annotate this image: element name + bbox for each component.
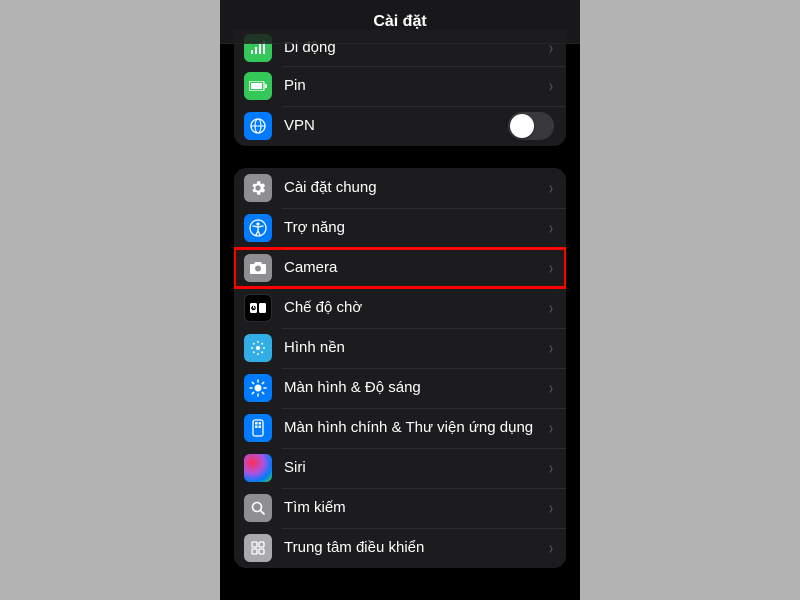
- row-camera[interactable]: Camera ›: [234, 248, 566, 288]
- chevron-right-icon: ›: [549, 458, 553, 479]
- row-control-center[interactable]: Trung tâm điều khiển ›: [234, 528, 566, 568]
- standby-icon: [244, 294, 272, 322]
- settings-scroll[interactable]: Di động › Pin › VPN: [220, 30, 580, 600]
- row-label: Màn hình chính & Thư viện ứng dụng: [284, 419, 548, 437]
- chevron-right-icon: ›: [549, 298, 553, 319]
- gear-icon: [244, 174, 272, 202]
- row-label: Màn hình & Độ sáng: [284, 379, 548, 397]
- phone-screen: Cài đặt Di động › Pin ›: [220, 0, 580, 600]
- battery-icon: [244, 72, 272, 100]
- chevron-right-icon: ›: [549, 258, 553, 279]
- row-label: Camera: [284, 259, 548, 277]
- row-label: VPN: [284, 117, 508, 135]
- chevron-right-icon: ›: [549, 76, 553, 97]
- row-general[interactable]: Cài đặt chung ›: [234, 168, 566, 208]
- row-wallpaper[interactable]: Hình nền ›: [234, 328, 566, 368]
- vpn-icon: [244, 112, 272, 140]
- search-icon: [244, 494, 272, 522]
- row-label: Cài đặt chung: [284, 179, 548, 197]
- chevron-right-icon: ›: [549, 218, 553, 239]
- siri-icon: [244, 454, 272, 482]
- settings-group-connectivity: Di động › Pin › VPN: [234, 30, 566, 146]
- settings-group-general: Cài đặt chung › Trợ năng › Camera ›: [234, 168, 566, 568]
- row-label: Hình nền: [284, 339, 548, 357]
- row-accessibility[interactable]: Trợ năng ›: [234, 208, 566, 248]
- row-label: Trợ năng: [284, 219, 548, 237]
- row-standby[interactable]: Chế độ chờ ›: [234, 288, 566, 328]
- chevron-right-icon: ›: [549, 378, 553, 399]
- wallpaper-icon: [244, 334, 272, 362]
- row-label: Trung tâm điều khiển: [284, 539, 548, 557]
- row-vpn[interactable]: VPN: [234, 106, 566, 146]
- navigation-bar: Cài đặt: [220, 0, 580, 44]
- camera-icon: [244, 254, 272, 282]
- chevron-right-icon: ›: [549, 178, 553, 199]
- row-siri[interactable]: Siri ›: [234, 448, 566, 488]
- row-label: Tìm kiếm: [284, 499, 548, 517]
- chevron-right-icon: ›: [549, 498, 553, 519]
- page-title: Cài đặt: [373, 13, 426, 31]
- display-icon: [244, 374, 272, 402]
- row-label: Chế độ chờ: [284, 299, 548, 317]
- row-search[interactable]: Tìm kiếm ›: [234, 488, 566, 528]
- vpn-toggle[interactable]: [508, 112, 554, 140]
- chevron-right-icon: ›: [549, 418, 553, 439]
- accessibility-icon: [244, 214, 272, 242]
- control-center-icon: [244, 534, 272, 562]
- row-label: Pin: [284, 77, 548, 95]
- chevron-right-icon: ›: [549, 538, 553, 559]
- row-battery[interactable]: Pin ›: [234, 66, 566, 106]
- chevron-right-icon: ›: [549, 338, 553, 359]
- row-home-screen[interactable]: Màn hình chính & Thư viện ứng dụng ›: [234, 408, 566, 448]
- row-display[interactable]: Màn hình & Độ sáng ›: [234, 368, 566, 408]
- toggle-knob: [510, 114, 534, 138]
- row-label: Siri: [284, 459, 548, 477]
- home-screen-icon: [244, 414, 272, 442]
